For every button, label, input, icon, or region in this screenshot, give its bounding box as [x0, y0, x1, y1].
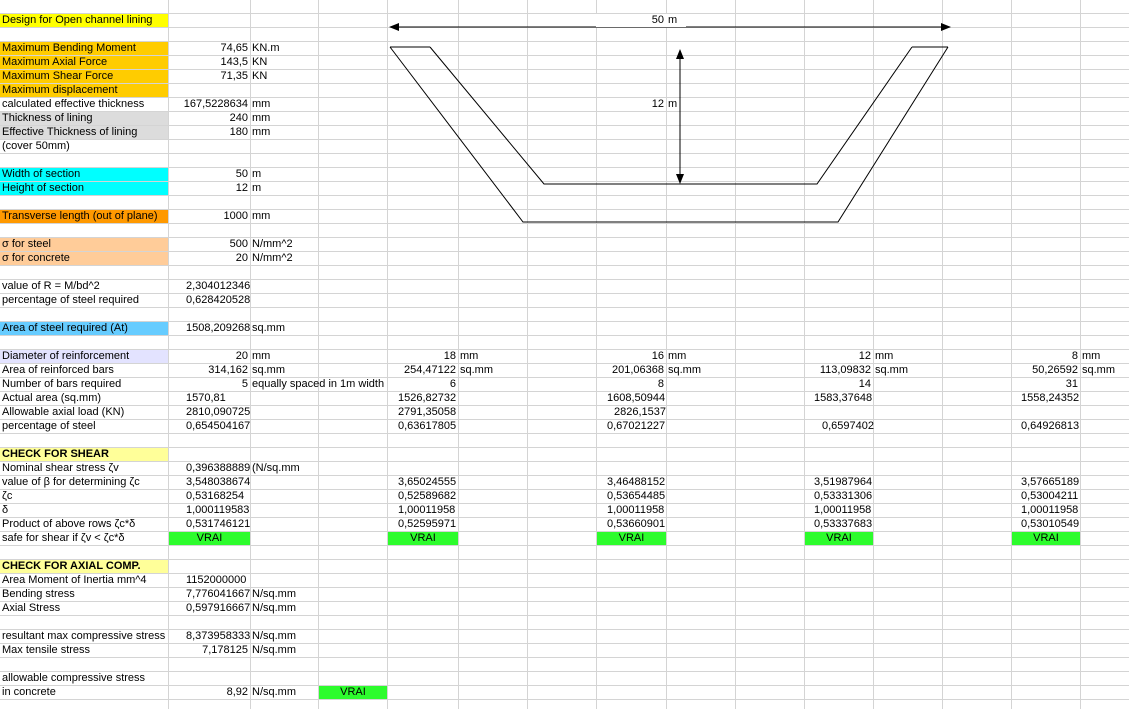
channel-section-drawing — [389, 23, 951, 223]
diagram-height-unit: m — [667, 98, 679, 111]
channel-inner-outline — [429, 46, 913, 185]
diagram-width-value: 50 — [596, 14, 666, 27]
diagram-height-value: 12 — [630, 98, 666, 111]
channel-outer-outline — [389, 46, 949, 223]
diagram-width-unit: m — [666, 14, 686, 27]
